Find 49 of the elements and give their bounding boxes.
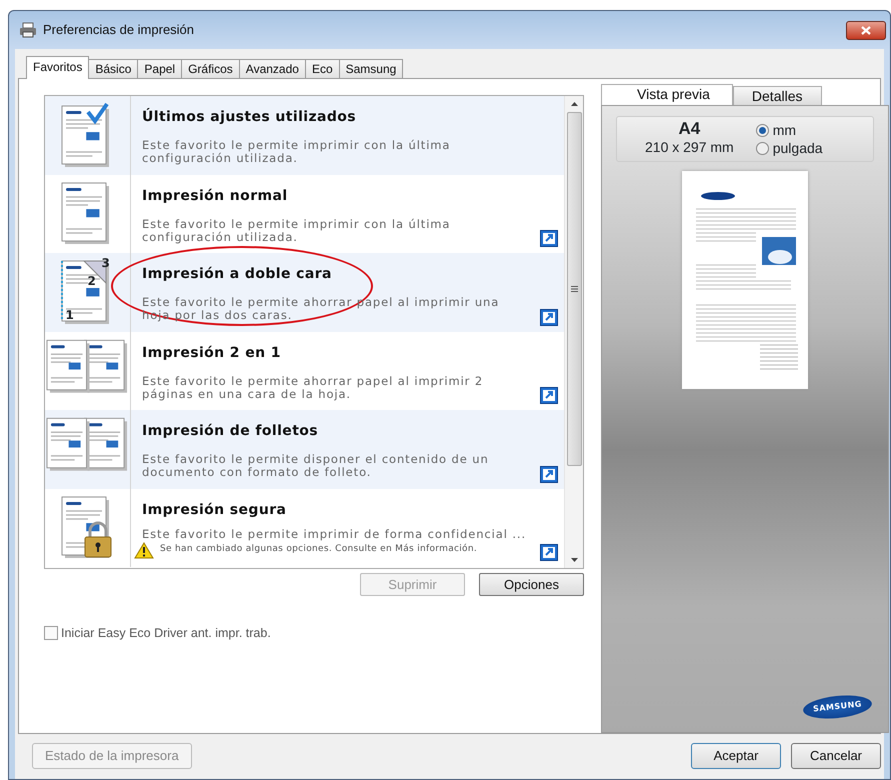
scroll-up-icon xyxy=(570,102,578,106)
link-icon[interactable] xyxy=(540,230,558,247)
favorite-description: Este favorito le permite imprimir con la última configuración utilizada. xyxy=(142,139,452,165)
checkbox[interactable] xyxy=(44,626,58,640)
warning-icon xyxy=(134,542,154,558)
window-title: Preferencias de impresión xyxy=(43,21,194,40)
favorite-title: Impresión 2 en 1 xyxy=(142,344,282,362)
tab[interactable]: Vista previa xyxy=(601,84,733,105)
checkbox-label: Iniciar Easy Eco Driver ant. impr. trab. xyxy=(61,625,271,642)
tab[interactable]: Gráficos xyxy=(181,59,240,79)
link-icon[interactable] xyxy=(540,387,558,404)
footer-button[interactable]: Aceptar xyxy=(691,743,781,769)
favorite-description: Este favorito le permite disponer el contenido de un documento con formato de folleto. xyxy=(142,453,490,479)
grip-icon xyxy=(570,286,578,292)
favorite-title: Impresión normal xyxy=(142,186,289,206)
favorite-description: Este favorito le permite ahorrar papel al imprimir 2 páginas en una cara de la hoja. xyxy=(142,374,484,400)
tab[interactable]: Detalles xyxy=(732,86,822,105)
tab[interactable]: Samsung xyxy=(338,59,404,79)
tab[interactable]: Básico xyxy=(88,59,138,79)
scrollbar[interactable] xyxy=(564,96,583,568)
page-number: 1 xyxy=(66,309,74,322)
link-icon[interactable] xyxy=(540,308,558,326)
page-number: 2 xyxy=(88,275,96,288)
tab[interactable]: Eco xyxy=(304,59,340,79)
favorite-title: Impresión a doble cara xyxy=(142,265,333,284)
tab[interactable]: Favoritos xyxy=(26,56,90,79)
favorite-title: Últimos ajustes utilizados xyxy=(142,107,358,127)
radio-button[interactable] xyxy=(756,124,769,136)
close-button[interactable] xyxy=(846,20,886,40)
link-icon[interactable] xyxy=(540,544,558,561)
favorite-description: Este favorito le permite imprimir con la última configuración utilizada. xyxy=(142,218,452,244)
list-button[interactable]: Opciones xyxy=(479,573,584,596)
paper-dimensions: 210 x 297 mm xyxy=(645,138,734,157)
tab[interactable]: Avanzado xyxy=(238,59,306,79)
page-number: 3 xyxy=(102,257,110,270)
favorite-title: Impresión segura xyxy=(142,500,288,520)
footer-button[interactable]: Cancelar xyxy=(791,743,881,769)
paper-name: A4 xyxy=(677,120,702,137)
scroll-down-icon xyxy=(570,558,578,562)
favorite-description: Este favorito le permite imprimir de forma confidencial ... xyxy=(142,528,528,540)
warning-text: Se han cambiado algunas opciones. Consulte en Más información. xyxy=(160,543,478,556)
radio-label: mm xyxy=(772,121,796,139)
printer-icon xyxy=(19,22,37,38)
radio-button[interactable] xyxy=(756,142,769,154)
close-icon xyxy=(861,26,871,34)
radio-label: pulgada xyxy=(772,139,823,157)
link-icon[interactable] xyxy=(540,466,558,482)
tab[interactable]: Papel xyxy=(137,59,182,79)
favorite-title: Impresión de folletos xyxy=(142,422,320,441)
